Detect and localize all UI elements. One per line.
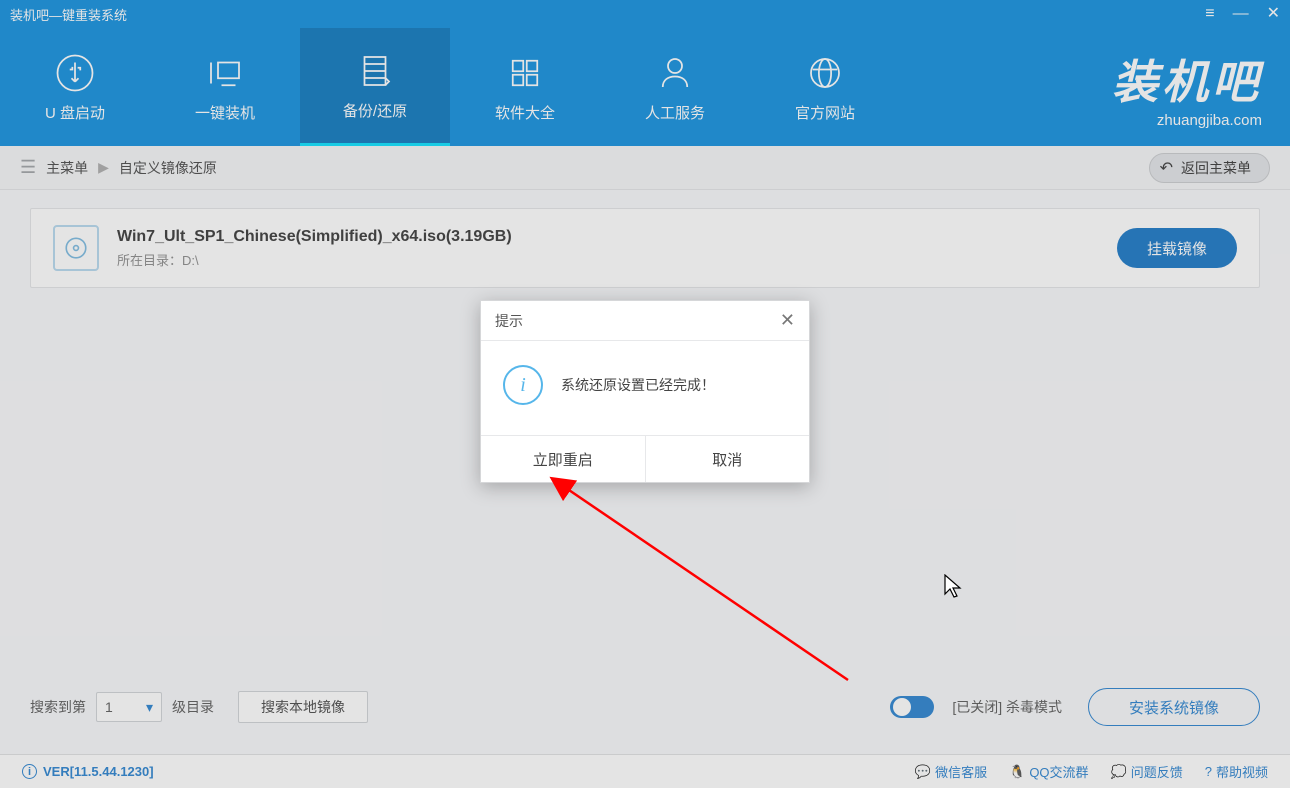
cancel-button[interactable]: 取消 — [646, 436, 810, 482]
info-icon: i — [503, 365, 543, 405]
modal-close-button[interactable]: ✕ — [780, 310, 795, 331]
confirm-modal: 提示 ✕ i 系统还原设置已经完成！ 立即重启 取消 — [480, 300, 810, 483]
modal-message: 系统还原设置已经完成！ — [561, 375, 715, 395]
modal-overlay: 提示 ✕ i 系统还原设置已经完成！ 立即重启 取消 — [0, 0, 1290, 788]
modal-body: i 系统还原设置已经完成！ — [481, 341, 809, 435]
modal-header: 提示 ✕ — [481, 301, 809, 341]
restart-now-button[interactable]: 立即重启 — [481, 436, 646, 482]
modal-actions: 立即重启 取消 — [481, 435, 809, 482]
modal-title: 提示 — [495, 311, 523, 331]
